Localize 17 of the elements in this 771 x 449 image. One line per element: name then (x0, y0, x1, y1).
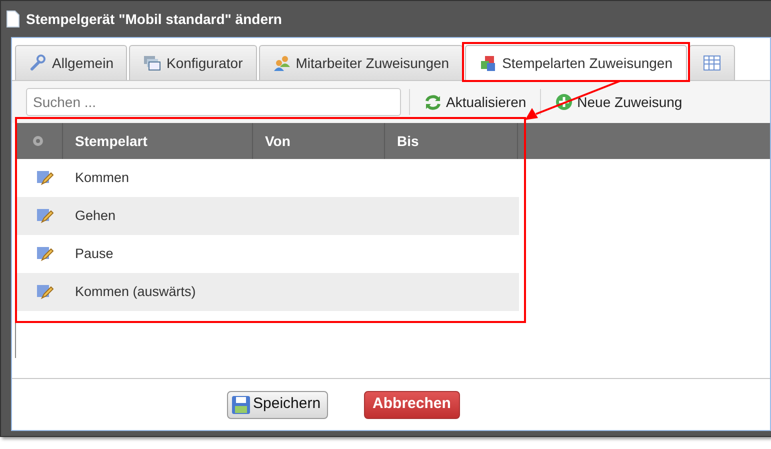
search-field[interactable]: Suchen ... (26, 88, 401, 116)
new-button[interactable]: Neue Zuweisung (549, 92, 688, 112)
window-title: Stempelgerät "Mobil standard" ändern (26, 10, 282, 29)
tab[interactable]: Stempelarten Zuweisungen (465, 45, 686, 80)
tab[interactable]: Konfigurator (129, 45, 257, 80)
cancel-button[interactable]: Abbrechen (364, 390, 460, 418)
table-cell-text: Kommen (auswärts) (74, 282, 196, 301)
column-header[interactable]: Stempelart (63, 123, 253, 159)
column-header[interactable]: Bis (385, 123, 518, 159)
table-cell-text: Pause (74, 244, 114, 263)
refresh-button[interactable]: Aktualisieren (418, 92, 532, 112)
table-cell-text: Kommen (74, 168, 130, 187)
column-header[interactable]: Von (253, 123, 385, 159)
tab[interactable]: Allgemein (15, 45, 128, 80)
tab[interactable]: Mitarbeiter Zuweisungen (258, 45, 464, 80)
table-cell-text: Gehen (74, 206, 116, 225)
save-button[interactable]: Speichern (227, 390, 328, 418)
